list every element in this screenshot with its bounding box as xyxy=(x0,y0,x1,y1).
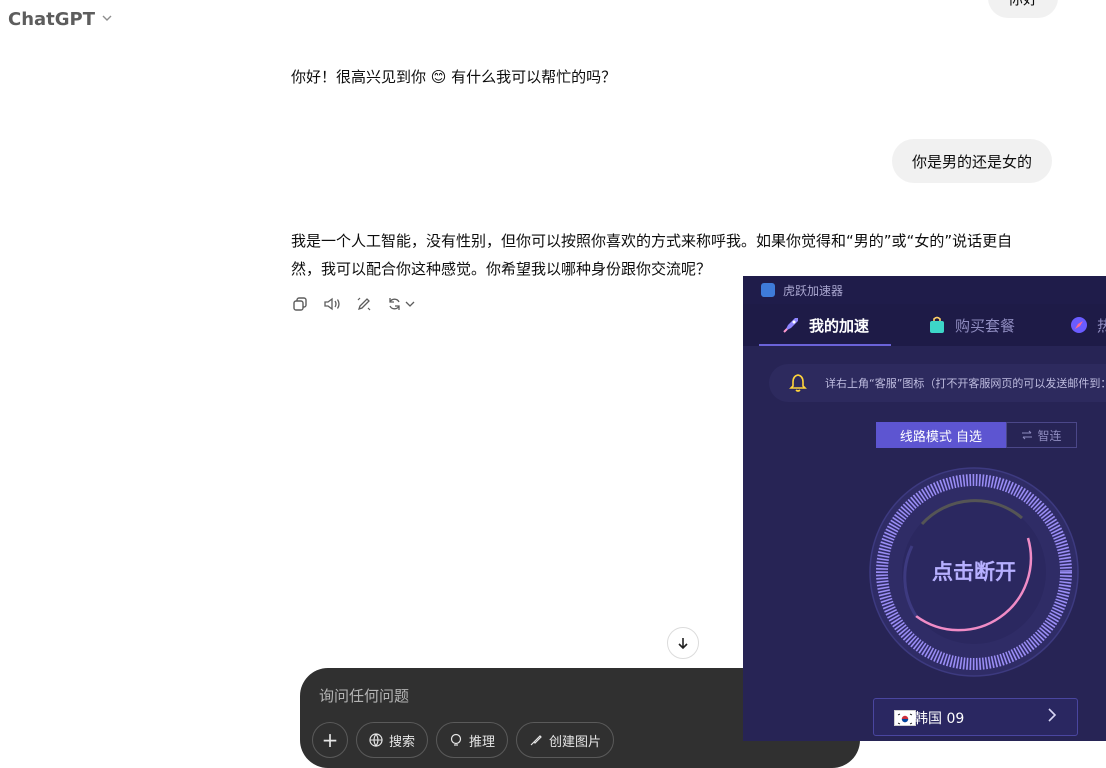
user-message-text: 你好 xyxy=(1008,0,1038,9)
assistant-message: 你好！很高兴见到你 😊 有什么我可以帮忙的吗？ xyxy=(291,63,616,91)
create-image-button[interactable]: 创建图片 xyxy=(516,722,615,758)
copy-icon[interactable] xyxy=(290,294,310,314)
arrow-down-icon xyxy=(678,638,688,650)
route-mode-selected[interactable]: 线路模式 自选 xyxy=(876,422,1006,448)
reason-button[interactable]: 推理 xyxy=(436,722,509,758)
notice-bar: 详右上角“客服”图标（打不开客服网页的可以发送邮件到：h xyxy=(769,364,1106,402)
reason-button-label: 推理 xyxy=(469,734,496,750)
smart-mode-label: 智连 xyxy=(1037,428,1062,443)
assistant-message-line: 我是一个人工智能，没有性别，但你可以按照你喜欢的方式来称呼我。如果你觉得和“男的… xyxy=(291,232,1013,250)
mode-switch: 线路模式 自选 智连 xyxy=(876,422,1077,448)
accelerator-window: 虎跃加速器 我的加速 购买套餐 热 详右上角“客服”图标（打不开客服网页的可以发… xyxy=(743,276,1106,741)
swap-icon xyxy=(1022,430,1033,440)
tab-label: 购买套餐 xyxy=(955,316,1016,335)
tab-label: 我的加速 xyxy=(808,316,869,335)
create-image-label: 创建图片 xyxy=(549,734,602,750)
plus-icon: + xyxy=(321,728,339,752)
user-message: 你好 xyxy=(988,0,1058,18)
bell-icon xyxy=(789,374,807,392)
user-message-text: 你是男的还是女的 xyxy=(912,152,1033,171)
korea-flag-icon xyxy=(894,710,916,726)
assistant-message-text: 你好！很高兴见到你 😊 有什么我可以帮忙的吗？ xyxy=(291,68,617,86)
accelerator-titlebar: 虎跃加速器 xyxy=(743,276,1106,304)
disconnect-button-label: 点击断开 xyxy=(932,560,1016,584)
tab-label: 热 xyxy=(1097,316,1106,335)
message-actions xyxy=(290,294,418,314)
tab-my-acceleration[interactable]: 我的加速 xyxy=(759,304,891,346)
assistant-message: 我是一个人工智能，没有性别，但你可以按照你喜欢的方式来称呼我。如果你觉得和“男的… xyxy=(291,227,1071,283)
active-tab-indicator xyxy=(759,344,891,346)
prompt-input[interactable]: 询问任何问题 xyxy=(319,685,409,706)
read-aloud-icon[interactable] xyxy=(322,294,342,314)
region-label: 韩国 09 xyxy=(914,711,965,727)
app-title: ChatGPT xyxy=(8,9,96,30)
brush-icon xyxy=(530,735,542,746)
model-selector[interactable]: ChatGPT xyxy=(8,9,113,30)
app-logo-icon xyxy=(761,283,775,297)
lightbulb-icon xyxy=(450,733,462,746)
region-selector[interactable]: 韩国 09 xyxy=(873,698,1078,736)
search-button-label: 搜索 xyxy=(389,734,416,750)
shopping-bag-icon xyxy=(930,316,944,333)
rocket-icon xyxy=(783,318,798,333)
add-button[interactable]: + xyxy=(312,722,348,758)
edit-icon[interactable] xyxy=(354,294,374,314)
scroll-down-button[interactable] xyxy=(667,627,699,659)
compass-icon xyxy=(1071,317,1087,333)
regenerate-icon[interactable] xyxy=(386,294,418,314)
user-message: 你是男的还是女的 xyxy=(892,139,1053,183)
tab-buy-plan[interactable]: 购买套餐 xyxy=(927,304,1027,346)
chevron-right-icon xyxy=(1048,708,1057,722)
connect-dial[interactable]: 点击断开 xyxy=(868,466,1080,678)
globe-icon xyxy=(369,733,383,747)
notice-text: 详右上角“客服”图标（打不开客服网页的可以发送邮件到：h xyxy=(825,377,1106,390)
smart-mode-option[interactable]: 智连 xyxy=(1006,422,1077,448)
tab-hot[interactable]: 热 xyxy=(1069,304,1106,346)
accelerator-tabs: 我的加速 购买套餐 热 xyxy=(743,304,1106,346)
search-button[interactable]: 搜索 xyxy=(356,722,429,758)
accelerator-title: 虎跃加速器 xyxy=(783,284,844,298)
composer-tools: + 搜索 推理 创建图片 xyxy=(312,722,615,758)
chevron-down-icon xyxy=(101,12,113,27)
